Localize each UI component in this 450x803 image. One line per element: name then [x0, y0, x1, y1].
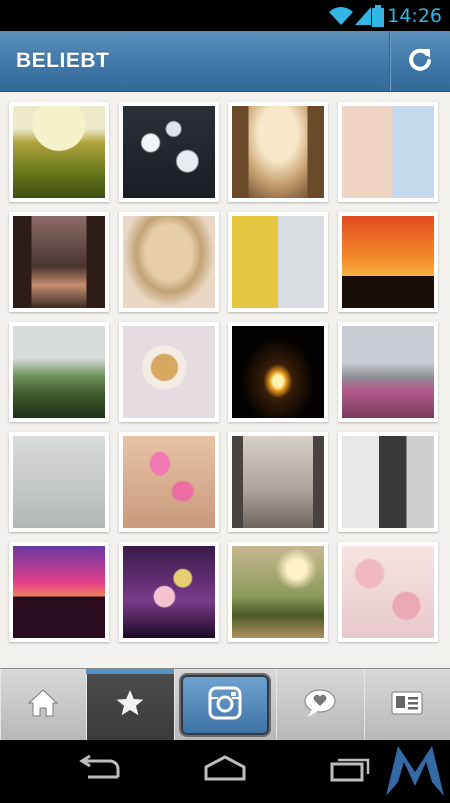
tab-news[interactable]	[276, 669, 365, 741]
camera-button	[181, 675, 269, 735]
back-icon	[78, 754, 122, 786]
photo-sunset-cranes	[342, 216, 434, 308]
tab-home[interactable]	[0, 669, 87, 741]
photo-rapeseed-field	[13, 106, 105, 198]
home-icon	[27, 688, 59, 722]
photo-thumbnail[interactable]	[119, 212, 219, 312]
profile-card-icon	[391, 691, 423, 720]
photo-thumbnail[interactable]	[338, 212, 438, 312]
photo-thumbnail[interactable]	[228, 212, 328, 312]
photo-thumbnail[interactable]	[228, 432, 328, 532]
photo-thumbnail[interactable]	[228, 102, 328, 202]
photo-pink-nails	[123, 436, 215, 528]
recent-apps-button[interactable]	[320, 750, 380, 790]
tab-camera[interactable]	[174, 669, 277, 741]
system-nav-bar	[0, 740, 450, 800]
photo-bare-trees-mist	[232, 436, 324, 528]
photo-white-flowers-dark	[123, 106, 215, 198]
photo-thumbnail[interactable]	[228, 322, 328, 422]
speech-bubble-heart-icon	[303, 688, 337, 723]
tab-bar	[0, 668, 450, 741]
star-icon	[115, 688, 145, 723]
signal-icon	[354, 6, 372, 31]
tab-profile[interactable]	[364, 669, 450, 741]
back-button[interactable]	[70, 750, 130, 790]
popular-feed[interactable]	[0, 92, 450, 668]
photo-thumbnail[interactable]	[228, 542, 328, 642]
wifi-icon	[328, 6, 354, 31]
photo-thumbnail[interactable]	[338, 542, 438, 642]
photo-thumbnail[interactable]	[119, 542, 219, 642]
photo-girl-collage	[342, 106, 434, 198]
home-outline-icon	[202, 754, 248, 786]
photo-thumbnail[interactable]	[9, 432, 109, 532]
recent-apps-icon	[328, 754, 372, 787]
tab-popular[interactable]	[86, 669, 175, 741]
photo-sunset-road-trees	[232, 546, 324, 638]
battery-icon	[372, 5, 384, 32]
photo-cereal-bowl	[123, 326, 215, 418]
photo-church-interior	[232, 106, 324, 198]
photo-thumbnail[interactable]	[119, 432, 219, 532]
photo-park-river	[13, 326, 105, 418]
photo-thumbnail[interactable]	[338, 322, 438, 422]
photo-torii-lake	[13, 436, 105, 528]
photo-pink-sunset-trees	[13, 546, 105, 638]
app-bar: BELIEBT	[0, 31, 450, 92]
refresh-button[interactable]	[389, 31, 450, 91]
status-bar: 14:26	[0, 0, 450, 31]
photo-boys-ok-collage	[232, 216, 324, 308]
photo-notre-dame-blossoms	[342, 326, 434, 418]
photo-city-street	[13, 216, 105, 308]
photo-thumbnail[interactable]	[338, 102, 438, 202]
photo-girl-bw	[342, 436, 434, 528]
active-tab-indicator	[86, 669, 174, 674]
photo-braided-hair	[123, 216, 215, 308]
photo-sparkler-cake	[232, 326, 324, 418]
photo-thumbnail[interactable]	[338, 432, 438, 532]
photo-cherry-blossoms	[342, 546, 434, 638]
home-button[interactable]	[195, 750, 255, 790]
photo-thumbnail[interactable]	[9, 212, 109, 312]
watermark-logo	[384, 742, 446, 803]
photo-thumbnail[interactable]	[9, 542, 109, 642]
photo-thumbnail[interactable]	[9, 322, 109, 422]
photo-thumbnail[interactable]	[9, 102, 109, 202]
photo-cherry-blossom-bokeh	[123, 546, 215, 638]
status-time: 14:26	[387, 5, 442, 27]
page-title: BELIEBT	[16, 49, 110, 72]
photo-thumbnail[interactable]	[119, 102, 219, 202]
refresh-icon	[406, 45, 434, 78]
photo-thumbnail[interactable]	[119, 322, 219, 422]
camera-icon	[208, 686, 242, 725]
